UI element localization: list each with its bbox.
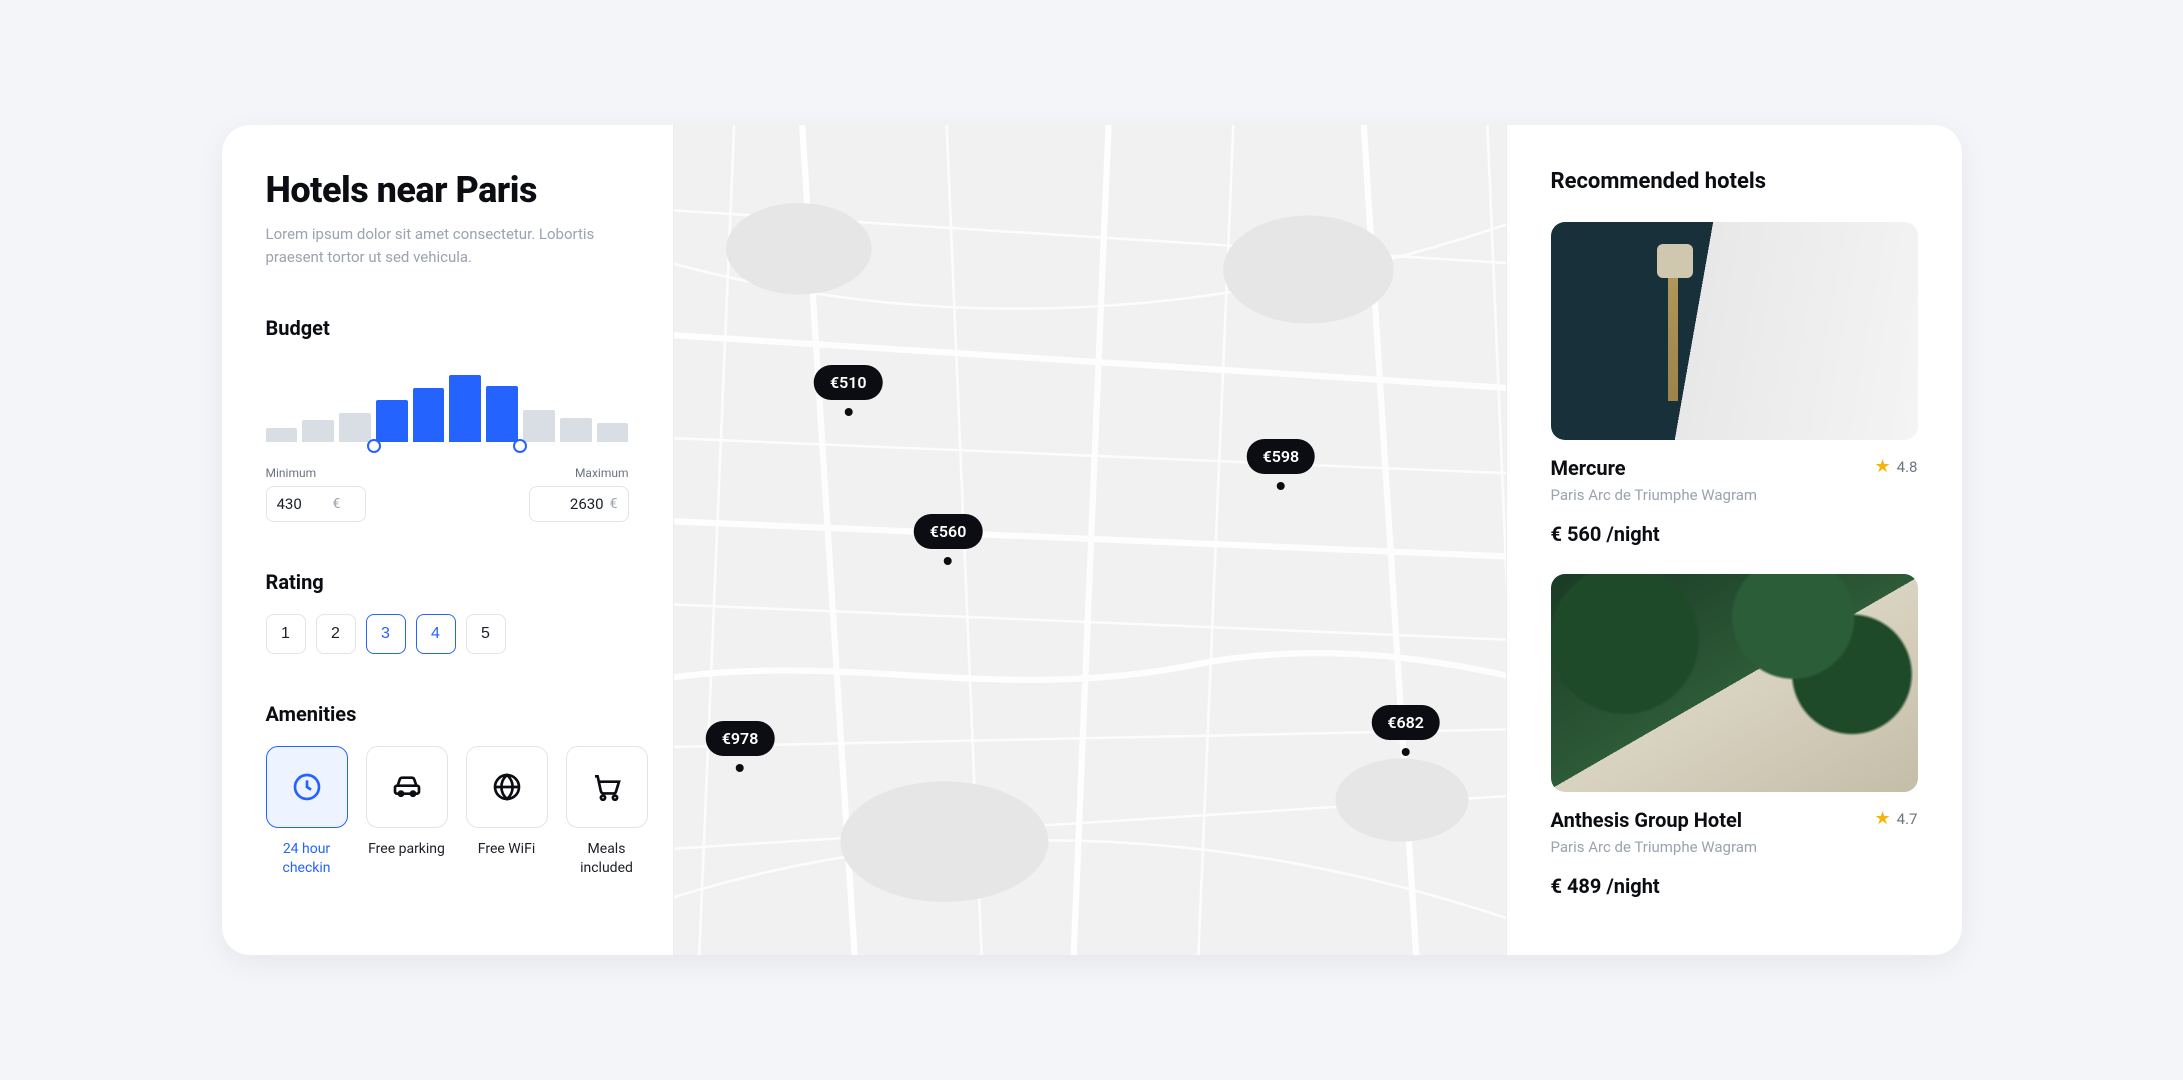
hotel-price: € 560 /night bbox=[1551, 522, 1918, 546]
hotel-rating: ★ 4.7 bbox=[1875, 808, 1918, 829]
map-pin-dot bbox=[1402, 748, 1410, 756]
hotel-rating-value: 4.7 bbox=[1897, 810, 1918, 828]
budget-heading: Budget bbox=[266, 316, 629, 340]
car-icon[interactable] bbox=[366, 746, 448, 828]
amenity-label: Free parking bbox=[368, 840, 445, 859]
map-pin-price: €560 bbox=[914, 514, 983, 549]
budget-slider-min-handle[interactable] bbox=[367, 439, 381, 453]
page-title: Hotels near Paris bbox=[266, 169, 629, 211]
recommended-heading: Recommended hotels bbox=[1551, 169, 1918, 194]
globe-icon[interactable] bbox=[466, 746, 548, 828]
page-subtitle: Lorem ipsum dolor sit amet consectetur. … bbox=[266, 223, 629, 268]
budget-max-value[interactable] bbox=[554, 495, 604, 513]
budget-histogram-bar bbox=[523, 410, 555, 442]
budget-min-input[interactable]: € bbox=[266, 486, 366, 522]
budget-histogram[interactable] bbox=[266, 362, 629, 452]
rating-button-3[interactable]: 3 bbox=[366, 614, 406, 654]
amenity-label: Meals included bbox=[566, 840, 648, 878]
budget-histogram-bar bbox=[449, 375, 481, 442]
amenity-clock[interactable]: 24 hour checkin bbox=[266, 746, 348, 878]
clock-icon[interactable] bbox=[266, 746, 348, 828]
map-pin-price: €682 bbox=[1371, 705, 1440, 740]
hotel-card[interactable]: Anthesis Group Hotel Paris Arc de Triumph… bbox=[1551, 574, 1918, 898]
amenity-label: Free WiFi bbox=[478, 840, 535, 859]
map-basemap bbox=[674, 125, 1506, 955]
map-pin-dot bbox=[944, 557, 952, 565]
map-pin-dot bbox=[736, 764, 744, 772]
budget-histogram-bar bbox=[597, 423, 629, 442]
budget-min-value[interactable] bbox=[277, 495, 327, 513]
hotel-card[interactable]: Mercure Paris Arc de Triumphe Wagram ★ 4.8 €… bbox=[1551, 222, 1918, 546]
map-pin-price: €978 bbox=[706, 721, 775, 756]
hotel-name: Mercure bbox=[1551, 456, 1758, 480]
filters-panel: Hotels near Paris Lorem ipsum dolor sit … bbox=[222, 125, 674, 955]
budget-histogram-bar bbox=[302, 420, 334, 442]
map-pin-dot bbox=[844, 408, 852, 416]
budget-histogram-bar bbox=[339, 413, 371, 442]
hotel-location: Paris Arc de Triumphe Wagram bbox=[1551, 838, 1758, 856]
budget-histogram-bar bbox=[560, 418, 592, 442]
hotel-image bbox=[1551, 222, 1918, 440]
map-price-pin[interactable]: €682 bbox=[1371, 705, 1440, 756]
amenities-options: 24 hour checkinFree parkingFree WiFiMeal… bbox=[266, 746, 629, 878]
rating-button-2[interactable]: 2 bbox=[316, 614, 356, 654]
cart-icon[interactable] bbox=[566, 746, 648, 828]
budget-max-label: Maximum bbox=[529, 466, 629, 480]
amenity-car[interactable]: Free parking bbox=[366, 746, 448, 878]
budget-histogram-bar bbox=[266, 428, 298, 442]
star-icon: ★ bbox=[1875, 808, 1891, 829]
hotel-search-card: Hotels near Paris Lorem ipsum dolor sit … bbox=[222, 125, 1962, 955]
hotel-image bbox=[1551, 574, 1918, 792]
hotel-price: € 489 /night bbox=[1551, 874, 1918, 898]
budget-min-label: Minimum bbox=[266, 466, 366, 480]
budget-max-input[interactable]: € bbox=[529, 486, 629, 522]
hotel-rating: ★ 4.8 bbox=[1875, 456, 1918, 477]
star-icon: ★ bbox=[1875, 456, 1891, 477]
map-price-pin[interactable]: €560 bbox=[914, 514, 983, 565]
map-pin-price: €598 bbox=[1247, 439, 1316, 474]
budget-histogram-bar bbox=[486, 386, 518, 442]
rating-options: 12345 bbox=[266, 614, 629, 654]
map-price-pin[interactable]: €510 bbox=[814, 365, 883, 416]
map-price-pin[interactable]: €598 bbox=[1247, 439, 1316, 490]
amenity-cart[interactable]: Meals included bbox=[566, 746, 648, 878]
recommended-panel: Recommended hotels Mercure Paris Arc de T… bbox=[1506, 125, 1962, 955]
rating-button-4[interactable]: 4 bbox=[416, 614, 456, 654]
map-panel[interactable]: €510 €560 €598 €978 €682 bbox=[674, 125, 1506, 955]
budget-histogram-bar bbox=[376, 400, 408, 442]
budget-histogram-bar bbox=[413, 388, 445, 442]
amenities-heading: Amenities bbox=[266, 702, 629, 726]
rating-button-1[interactable]: 1 bbox=[266, 614, 306, 654]
amenity-label: 24 hour checkin bbox=[266, 840, 348, 878]
rating-heading: Rating bbox=[266, 570, 629, 594]
budget-slider-max-handle[interactable] bbox=[513, 439, 527, 453]
currency-symbol: € bbox=[610, 496, 618, 512]
map-pin-dot bbox=[1277, 482, 1285, 490]
map-pin-price: €510 bbox=[814, 365, 883, 400]
hotel-name: Anthesis Group Hotel bbox=[1551, 808, 1758, 832]
map-price-pin[interactable]: €978 bbox=[706, 721, 775, 772]
amenity-globe[interactable]: Free WiFi bbox=[466, 746, 548, 878]
hotel-rating-value: 4.8 bbox=[1897, 458, 1918, 476]
currency-symbol: € bbox=[333, 496, 341, 512]
rating-button-5[interactable]: 5 bbox=[466, 614, 506, 654]
hotel-location: Paris Arc de Triumphe Wagram bbox=[1551, 486, 1758, 504]
